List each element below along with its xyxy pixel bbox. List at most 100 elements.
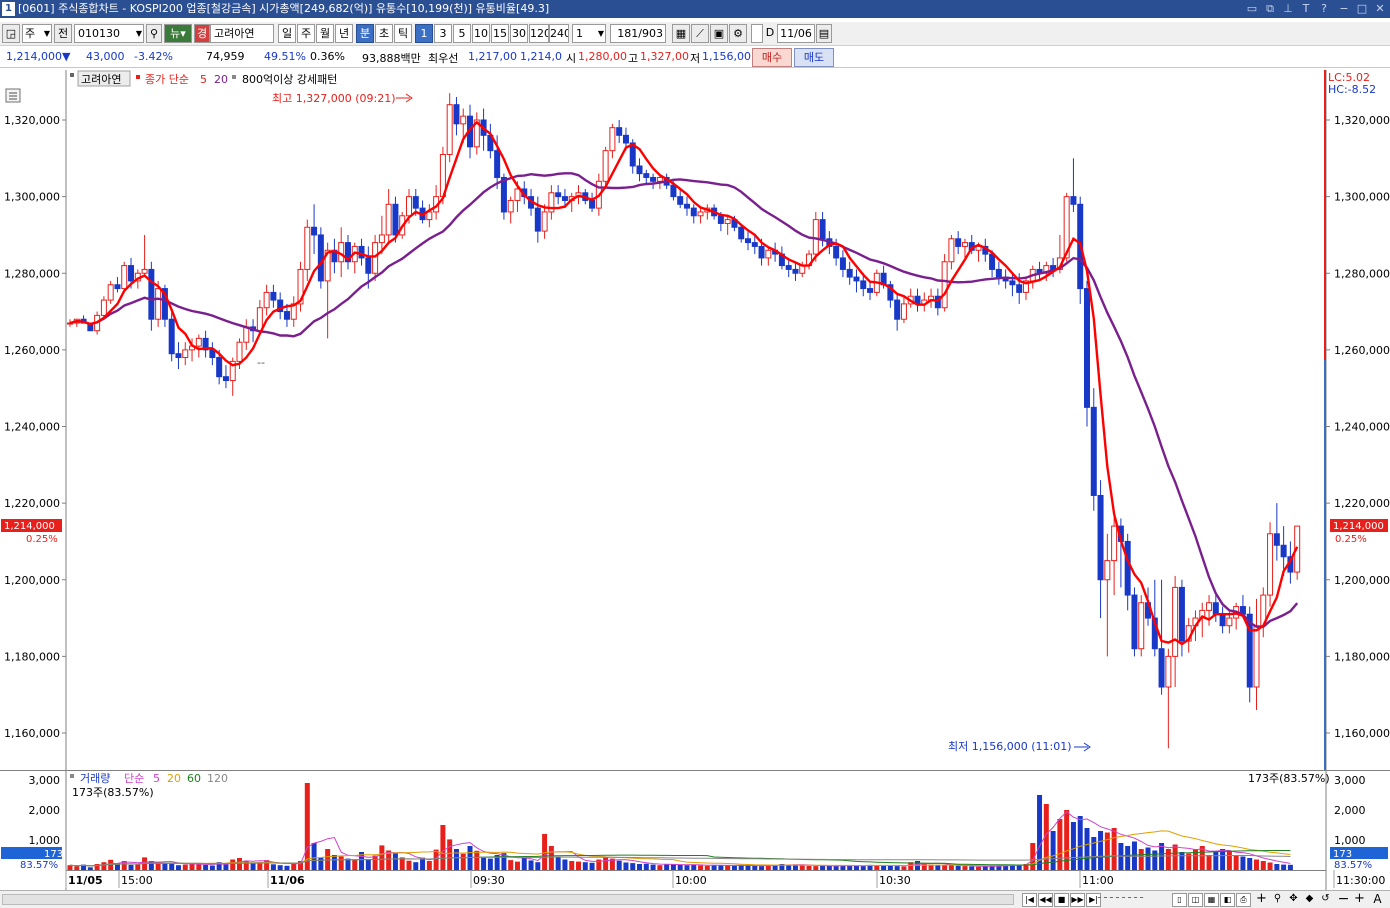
zoom-in-icon[interactable]: + [1352, 892, 1367, 907]
font-size-icon[interactable]: A [1370, 893, 1385, 907]
volume-ratio: 49.51% [264, 50, 306, 63]
volume-bar [74, 866, 80, 870]
candle-body [304, 226, 311, 270]
save-icon[interactable]: ▣ [710, 24, 728, 43]
interval-1[interactable]: 1 [415, 24, 433, 43]
period-second[interactable]: 초 [375, 24, 393, 43]
period-day[interactable]: 일 [278, 24, 296, 43]
color-icon[interactable]: ◆ [1302, 893, 1317, 907]
layout-icon[interactable]: ◧ [1220, 893, 1235, 907]
interval-120[interactable]: 120 [529, 24, 549, 43]
volume-bar [1084, 828, 1090, 870]
volume-bar [576, 861, 581, 870]
volume-bar [826, 865, 832, 870]
candle-body [114, 284, 121, 290]
volume-bar [725, 865, 731, 870]
search-icon[interactable]: ⚲ [1270, 893, 1285, 907]
interval-5[interactable]: 5 [453, 24, 471, 43]
warning-badge[interactable]: 경 [194, 24, 210, 43]
candle-body [1097, 494, 1104, 581]
volume-bar [352, 859, 358, 870]
candle-body [1090, 406, 1097, 496]
interval-select[interactable]: 1 ▼ [572, 24, 606, 43]
volume-bar [128, 864, 134, 870]
volume-bar [1145, 847, 1151, 870]
volume-chart[interactable]: 1,000 1,0002,000 2,0003,000 3,000 거래량 단순 5 … [0, 770, 1390, 890]
candle-body [989, 253, 996, 270]
price-tick-label-right: 1,180,000 [1334, 650, 1390, 663]
volume-bar [759, 866, 765, 870]
chart-scrollbar[interactable] [2, 894, 1014, 905]
search-icon[interactable]: ⚲ [146, 24, 162, 43]
settings-icon[interactable]: ⚙ [729, 24, 747, 43]
left-price-pct: 0.25% [26, 534, 58, 545]
candle-body [941, 261, 948, 309]
volume-tick-label: 3,000 [29, 774, 61, 787]
minimize-icon[interactable]: − [1336, 1, 1352, 17]
period-week[interactable]: 주 [297, 24, 315, 43]
stock-name-field[interactable]: 고려아연 [210, 24, 274, 43]
maximize-icon[interactable]: □ [1354, 1, 1370, 17]
crosshair-icon[interactable]: + [1254, 892, 1269, 907]
close-icon[interactable]: ✕ [1372, 1, 1388, 17]
price-chart[interactable]: 1,160,000 1,180,000 1,200,000 1,220,000 1,24… [0, 70, 1390, 770]
zoom-out-icon[interactable]: − [1336, 892, 1351, 907]
reset-icon[interactable]: ↺ [1318, 893, 1333, 907]
interval-10[interactable]: 10 [472, 24, 490, 43]
period-year[interactable]: 년 [335, 24, 353, 43]
sell-button[interactable]: 매도 [794, 48, 834, 67]
candle-body [1131, 594, 1138, 650]
restore-layout-icon[interactable]: ▭ [1244, 1, 1260, 17]
volume-bar [677, 864, 683, 870]
period-minute[interactable]: 분 [356, 24, 374, 43]
interval-240[interactable]: 240 [549, 24, 569, 43]
news-button[interactable]: 뉴▾ [164, 24, 192, 43]
all-button[interactable]: 전 [54, 24, 72, 43]
volume-tag-left-text: 173 [44, 849, 63, 860]
copy-window-icon[interactable]: ⧉ [1262, 1, 1278, 17]
legend-ma-marker [136, 75, 140, 79]
code-input[interactable]: 010130 ▼ [74, 24, 144, 43]
interval-15[interactable]: 15 [491, 24, 509, 43]
candle-body [894, 299, 901, 320]
help-icon[interactable]: ? [1316, 1, 1332, 17]
pin-icon[interactable]: ⊥ [1280, 1, 1296, 17]
move-icon[interactable]: ✥ [1286, 893, 1301, 907]
candle-body [1226, 617, 1233, 627]
interval-30[interactable]: 30 [510, 24, 528, 43]
chart-grid-icon[interactable]: ▦ [672, 24, 690, 43]
market-select[interactable]: 주 ▼ [22, 24, 52, 43]
stop-icon[interactable]: ■ [1054, 893, 1069, 907]
volume-legend-ma120: 120 [207, 772, 228, 785]
grid-icon[interactable]: ▦ [1204, 893, 1219, 907]
scroll-prev-icon[interactable]: ◀◀ [1038, 893, 1053, 907]
panel-icon[interactable]: ▯ [1172, 893, 1187, 907]
split-icon[interactable]: ◫ [1188, 893, 1203, 907]
zoom-slider[interactable]: ╴╴╴╴╴╴╴╴ [1098, 893, 1166, 907]
print-icon[interactable]: ⎙ [1236, 893, 1251, 907]
calendar-icon[interactable]: ▤ [816, 24, 832, 43]
scroll-first-icon[interactable]: |◀ [1022, 893, 1037, 907]
buy-button[interactable]: 매수 [752, 48, 792, 67]
window-title: [0601] 주식종합차트 - KOSPI200 업종[철강금속] 시가총액[2… [18, 2, 550, 15]
volume-legend-ma5: 5 [153, 772, 160, 785]
period-month[interactable]: 월 [316, 24, 334, 43]
count-field[interactable]: 181/903 [610, 24, 666, 43]
candle-body [385, 203, 392, 236]
text-icon[interactable]: T [1298, 1, 1314, 17]
candle-body [453, 104, 460, 125]
date-field[interactable]: 11/06 [777, 24, 815, 43]
candle-body [100, 299, 107, 316]
interval-3[interactable]: 3 [434, 24, 452, 43]
trend-tool-icon[interactable]: ⟋ [691, 24, 709, 43]
period-tick[interactable]: 틱 [394, 24, 412, 43]
price-tick-label-right: 1,160,000 [1334, 727, 1390, 740]
candle-body [500, 176, 507, 213]
date-checkbox[interactable] [751, 24, 763, 43]
volume-bar [392, 853, 398, 870]
volume-bar [1226, 850, 1232, 870]
candle-body [758, 245, 765, 259]
volume-bar [169, 863, 175, 870]
screen-link-icon[interactable]: ◲ [2, 24, 20, 43]
scroll-next-icon[interactable]: ▶▶ [1070, 893, 1085, 907]
